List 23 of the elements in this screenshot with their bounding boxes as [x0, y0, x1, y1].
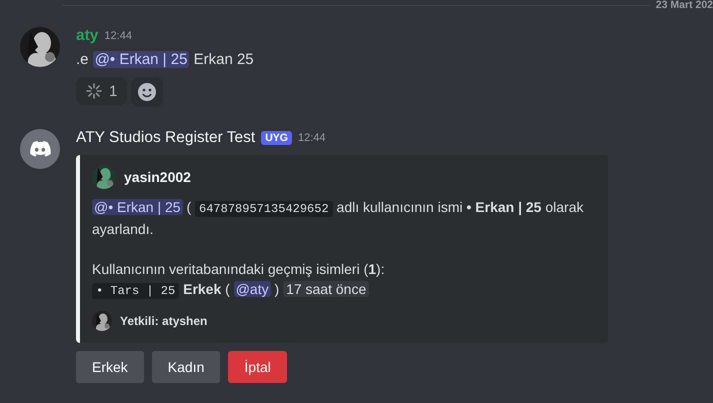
- bot-avatar-icon[interactable]: [20, 129, 60, 169]
- user-mention[interactable]: @• Erkan | 25: [92, 51, 190, 68]
- date-divider: 23 Mart 202: [656, 0, 713, 11]
- action-button[interactable]: Kadın: [152, 351, 220, 383]
- embed-text: @• Erkan | 25 ( 647878957135429652 adlı kullanıcının ismi • Erkan | 25 olarak ayarlandı.: [92, 198, 585, 239]
- app-tag: UYG: [261, 131, 292, 145]
- message-time: 12:44: [104, 30, 132, 42]
- embed-footer: Yetkili: atyshen: [120, 314, 208, 328]
- message-time: 12:44: [298, 132, 326, 144]
- message-text: .e @• Erkan | 25 Erkan 25: [76, 50, 254, 70]
- action-button[interactable]: İptal: [228, 351, 287, 383]
- action-button[interactable]: Erkek: [76, 351, 144, 383]
- embed-text: • Tars | 25 Erkek ( @aty ) 17 saat önce: [92, 279, 596, 301]
- spinner-icon: [86, 83, 102, 99]
- embed-text: Kullanıcının veritabanındaki geçmiş isimleri (1):: [92, 260, 386, 279]
- author-name[interactable]: aty: [76, 27, 98, 45]
- user-mention[interactable]: @aty: [234, 281, 271, 297]
- user-mention[interactable]: @• Erkan | 25: [92, 199, 183, 215]
- add-reaction-button[interactable]: [131, 77, 164, 107]
- embed-author: yasin2002: [124, 169, 191, 185]
- smiley-icon: [138, 83, 156, 101]
- reaction[interactable]: 1: [76, 77, 128, 105]
- author-name[interactable]: ATY Studios Register Test: [76, 129, 256, 147]
